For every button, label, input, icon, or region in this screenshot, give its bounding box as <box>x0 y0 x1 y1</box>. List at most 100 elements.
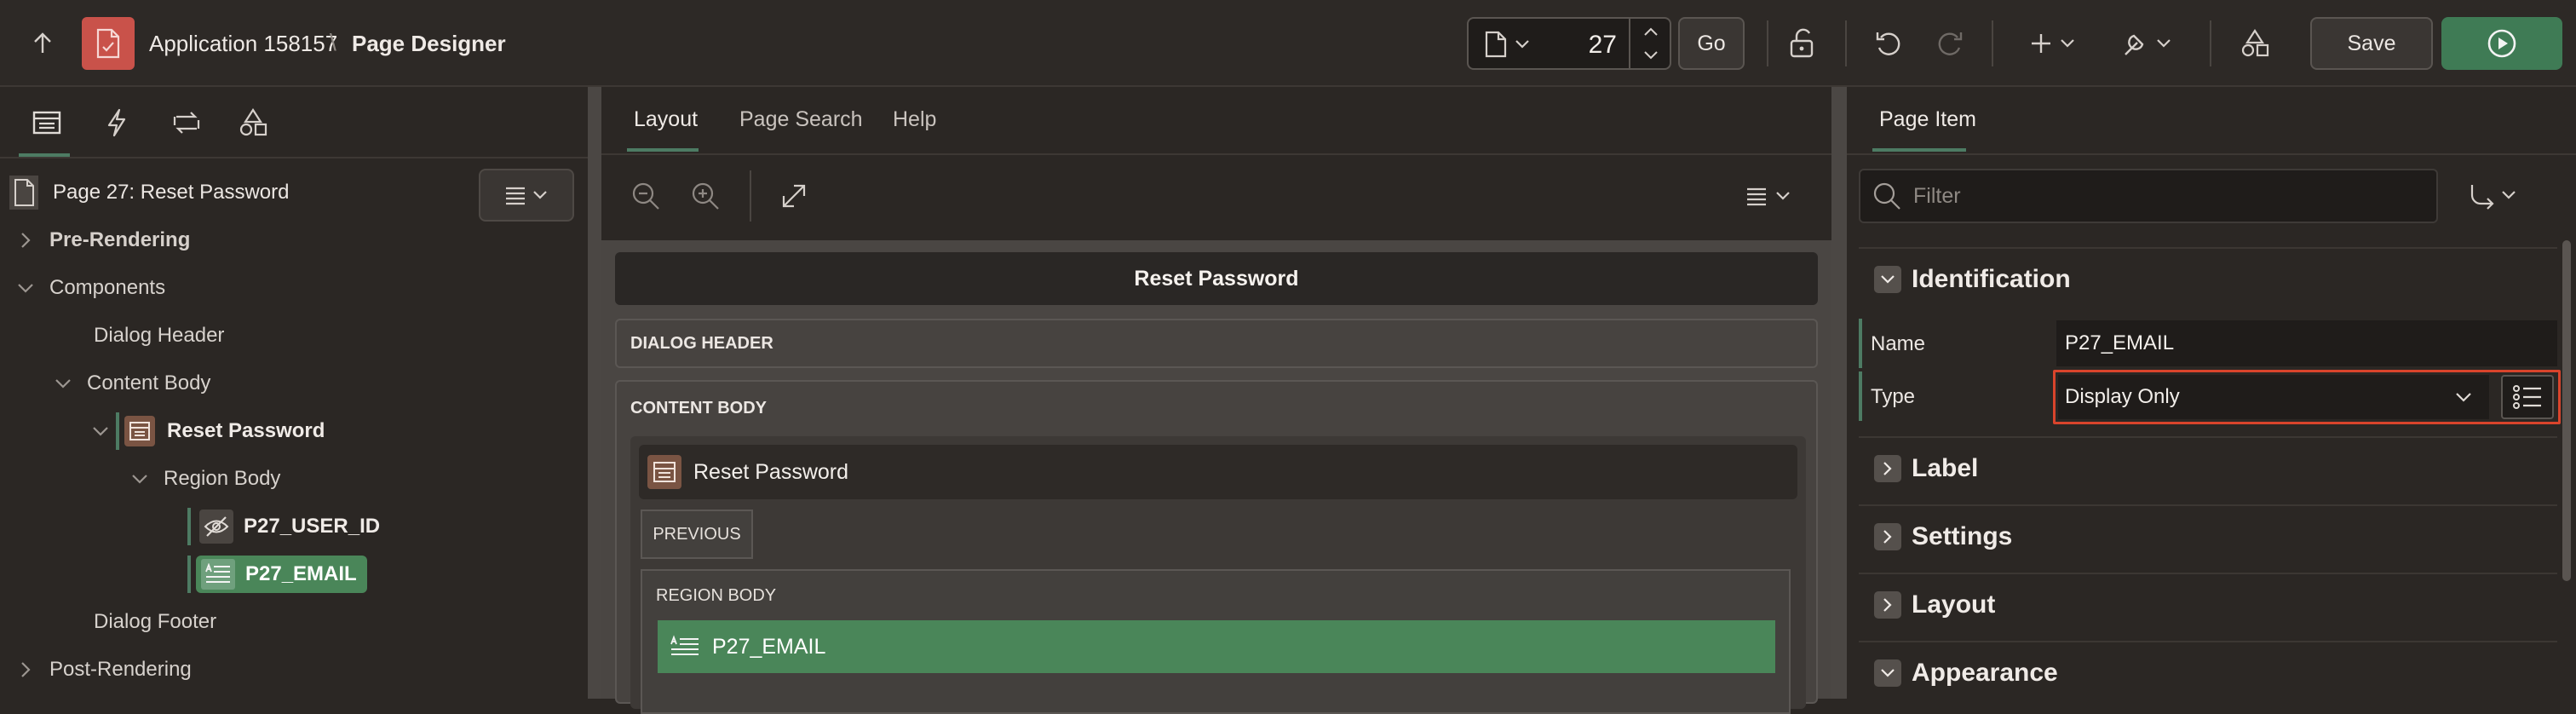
name-property-row: Name P27_EMAIL <box>1859 319 2559 368</box>
hidden-item-icon <box>199 510 233 544</box>
tree-node-dialog-footer[interactable]: Dialog Footer <box>94 600 216 644</box>
section-title: Identification <box>1912 265 2071 293</box>
tree-node-reset-password-region[interactable]: Reset Password <box>89 409 325 453</box>
tree-node-dialog-header[interactable]: Dialog Header <box>94 314 224 358</box>
collapse-toggle[interactable] <box>1874 266 1901 293</box>
tree-label: Pre-Rendering <box>49 228 191 251</box>
section-layout[interactable]: Layout <box>1859 573 2557 636</box>
section-title: Layout <box>1912 590 1996 619</box>
item-label: P27_EMAIL <box>712 634 826 659</box>
filter-input[interactable]: Filter <box>1859 169 2438 223</box>
go-button[interactable]: Go <box>1678 17 1745 70</box>
active-tab-underline <box>627 148 699 152</box>
rendering-icon <box>32 111 61 135</box>
section-identification[interactable]: Identification <box>1859 247 2557 310</box>
chevron-right-icon <box>21 662 31 677</box>
tree-node-content-body[interactable]: Content Body <box>51 361 210 406</box>
collapse-toggle[interactable] <box>1874 659 1901 687</box>
page-node[interactable]: Page 27: Reset Password <box>9 170 469 215</box>
zoom-in-button[interactable] <box>687 177 724 215</box>
tree-node-pre-rendering[interactable]: Pre-Rendering <box>14 218 190 262</box>
text-lines-icon <box>205 563 230 583</box>
dialog-header-region[interactable]: DIALOG HEADER <box>615 319 1818 368</box>
expand-toggle[interactable] <box>1874 455 1901 482</box>
page-title: Page 27: Reset Password <box>53 181 290 204</box>
tab-shared-components[interactable] <box>232 104 274 141</box>
top-toolbar: Application 158157 \ Page Designer 27 Go… <box>0 0 2576 87</box>
region-body-slot[interactable]: REGION BODY P27_EMAIL <box>641 569 1791 714</box>
expand-toggle[interactable] <box>1874 591 1901 619</box>
type-list-button[interactable] <box>2501 375 2554 419</box>
page-selector[interactable]: 27 <box>1467 17 1671 70</box>
tree-node-components[interactable]: Components <box>14 266 165 310</box>
page-number-input[interactable]: 27 <box>1557 31 1617 60</box>
content-body-region[interactable]: CONTENT BODY Reset Password PREVIOUS REG… <box>615 380 1818 714</box>
run-page-button[interactable] <box>2441 17 2562 70</box>
lock-button[interactable] <box>1784 24 1823 63</box>
tab-rendering[interactable] <box>26 104 68 141</box>
type-select[interactable]: Display Only <box>2058 375 2489 419</box>
chevron-right-icon <box>1883 598 1892 612</box>
tree-menu-button[interactable] <box>479 169 574 222</box>
chevron-down-icon <box>93 427 108 436</box>
section-settings[interactable]: Settings <box>1859 504 2557 567</box>
menu-icon <box>1747 187 1790 206</box>
tree-node-p27-email-selected[interactable]: P27_EMAIL <box>187 552 367 596</box>
layout-menu-button[interactable] <box>1739 179 1801 213</box>
tree-node-p27-user-id[interactable]: P27_USER_ID <box>187 504 380 549</box>
name-input[interactable]: P27_EMAIL <box>2056 320 2557 366</box>
application-name[interactable]: Application 158157 <box>149 31 337 57</box>
section-title: Appearance <box>1912 659 2058 687</box>
utilities-menu-button[interactable] <box>2119 24 2176 63</box>
tree-label: Region Body <box>164 467 281 490</box>
redo-button[interactable] <box>1930 24 1969 63</box>
section-appearance[interactable]: Appearance <box>1859 641 2557 704</box>
page-type-dropdown[interactable] <box>1477 27 1537 61</box>
required-indicator <box>1859 319 1862 368</box>
shared-components-button[interactable] <box>2235 24 2274 63</box>
previous-slot[interactable]: PREVIOUS <box>641 510 753 559</box>
go-to-group-button[interactable] <box>2455 177 2532 215</box>
page-designer-title: Page Designer <box>352 31 506 56</box>
text-field-icon <box>201 559 235 590</box>
tab-page-item[interactable]: Page Item <box>1879 107 1976 132</box>
right-panel-splitter[interactable] <box>1831 87 1847 699</box>
search-icon <box>1873 182 1900 210</box>
tree-node-region-body[interactable]: Region Body <box>128 457 280 501</box>
chevron-down-icon <box>18 284 33 293</box>
tab-processing[interactable] <box>165 104 208 141</box>
layout-item-p27-email[interactable]: P27_EMAIL <box>658 620 1775 673</box>
unlocked-icon <box>1790 28 1814 58</box>
arrow-up-icon <box>34 32 51 53</box>
chevron-down-icon <box>132 475 147 484</box>
breadcrumb-separator: \ <box>330 29 336 55</box>
tab-dynamic-actions[interactable] <box>97 104 136 141</box>
tab-label: Page Search <box>739 107 863 131</box>
tab-label: Help <box>893 107 937 131</box>
tab-layout[interactable]: Layout <box>634 107 698 132</box>
zoom-out-button[interactable] <box>627 177 664 215</box>
properties-scrollbar[interactable] <box>2562 240 2571 581</box>
left-panel-splitter[interactable] <box>588 87 601 699</box>
page-number-stepper[interactable] <box>1629 19 1670 68</box>
expand-button[interactable] <box>775 177 813 215</box>
chevron-down-icon <box>55 379 71 389</box>
plus-icon <box>2032 34 2074 53</box>
tab-help[interactable]: Help <box>893 107 936 132</box>
save-button[interactable]: Save <box>2310 17 2433 70</box>
section-title: Settings <box>1912 522 2013 550</box>
navigate-up-button[interactable] <box>26 26 60 60</box>
tree-node-post-rendering[interactable]: Post-Rendering <box>14 648 192 692</box>
reset-password-region[interactable]: Reset Password PREVIOUS REGION BODY P27_… <box>630 436 1806 714</box>
app-icon[interactable] <box>82 17 135 70</box>
dialog-title-bar[interactable]: Reset Password <box>615 252 1818 305</box>
region-title-bar[interactable]: Reset Password <box>639 445 1797 499</box>
tree-guide <box>187 508 191 545</box>
region-icon <box>647 455 681 489</box>
tab-page-search[interactable]: Page Search <box>739 107 863 132</box>
undo-button[interactable] <box>1869 24 1908 63</box>
expand-toggle[interactable] <box>1874 523 1901 550</box>
section-label[interactable]: Label <box>1859 436 2557 499</box>
create-menu-button[interactable] <box>2027 24 2080 63</box>
chevron-down-icon <box>2456 393 2471 402</box>
